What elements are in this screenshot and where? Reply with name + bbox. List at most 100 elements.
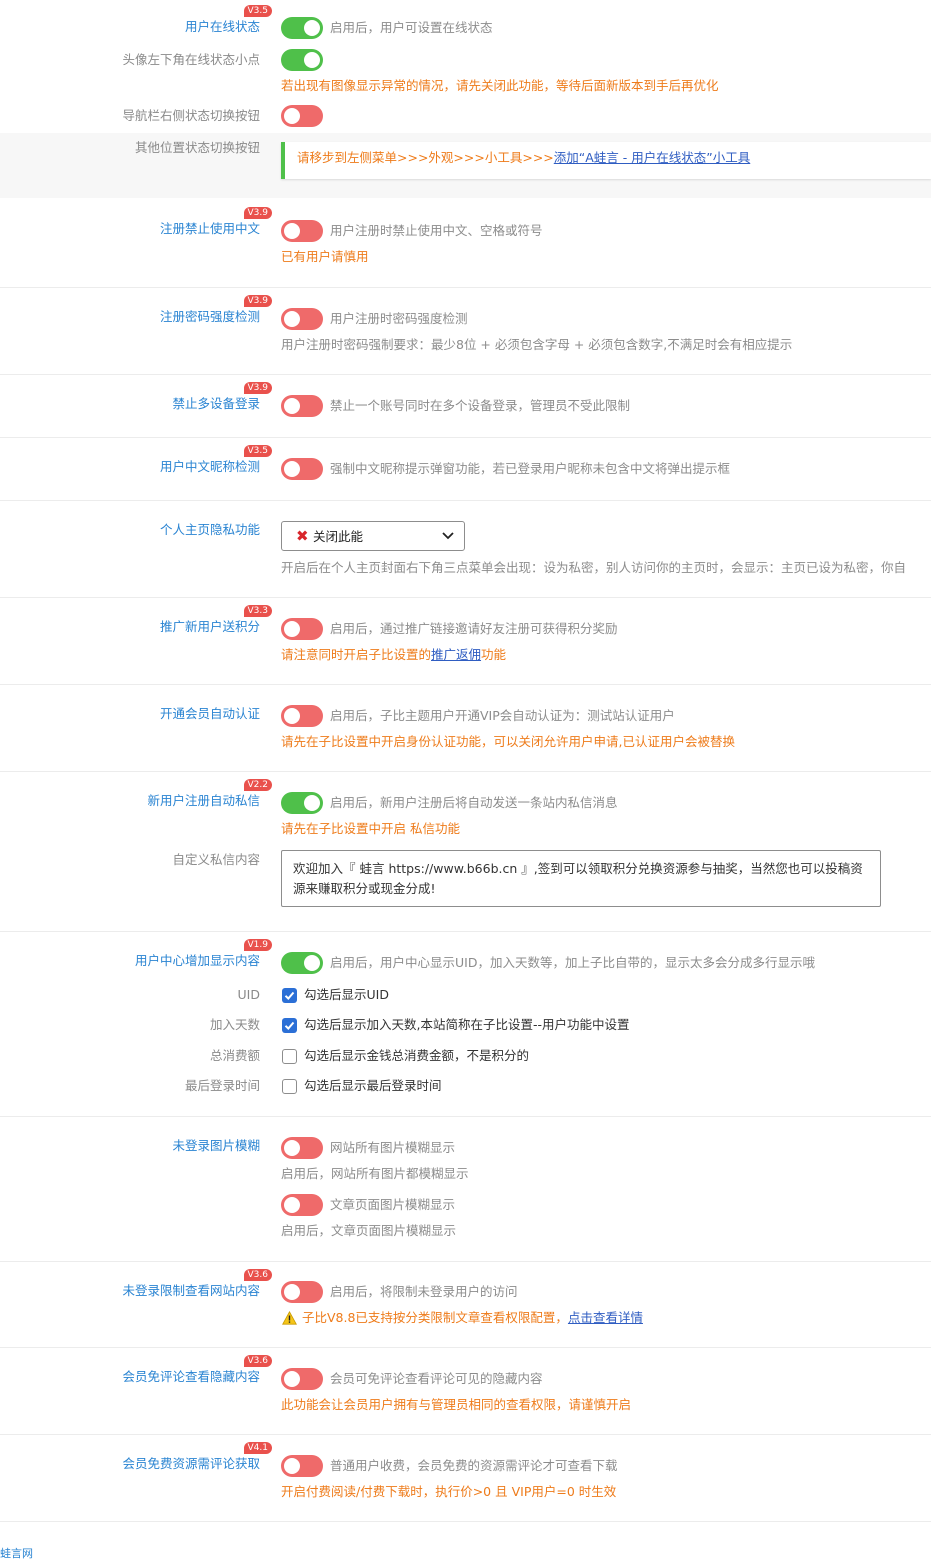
toggle-vip-auth[interactable]	[281, 705, 323, 727]
label-nav-toggle: 导航栏右侧状态切换按钮	[122, 108, 260, 123]
label-multi-device: 禁止多设备登录 V3.9	[172, 382, 272, 412]
divider	[0, 1261, 931, 1262]
warn-vip-hidden: 此功能会让会员用户拥有与管理员相同的查看权限，请谨慎开启	[281, 1397, 632, 1412]
privacy-select-value: 关闭此能	[313, 529, 364, 544]
toggle-pwd-strength[interactable]	[281, 308, 323, 330]
toggle-restrict[interactable]	[281, 1281, 323, 1303]
warning-icon	[282, 1311, 297, 1325]
divider	[0, 1434, 931, 1435]
warn-avatar-dot: 若出现有图像显示异常的情况，请先关闭此功能，等待后面新版本到手后再优化	[281, 78, 719, 93]
toggle-no-chinese[interactable]	[281, 220, 323, 242]
checkbox-uid-text: 勾选后显示UID	[304, 987, 389, 1002]
label-referral: 推广新用户送积分 V3.3	[160, 605, 272, 635]
desc2-pwd-strength: 用户注册时密码强制要求：最少8位 + 必须包含字母 + 必须包含数字,不满足时会…	[281, 337, 793, 352]
toggle-user-center[interactable]	[281, 952, 323, 974]
divider	[0, 437, 931, 438]
divider	[0, 597, 931, 598]
desc-blur-all: 启用后，网站所有图片都模糊显示	[281, 1166, 469, 1181]
desc-multi-device: 禁止一个账号同时在多个设备登录，管理员不受此限制	[330, 398, 631, 413]
toggle-nickname-check[interactable]	[281, 458, 323, 480]
desc-nickname-check: 强制中文昵称提示弹窗功能，若已登录用户昵称未包含中文将弹出提示框	[330, 461, 731, 476]
restrict-details-link[interactable]: 点击查看详情	[568, 1310, 643, 1325]
desc-privacy: 开启后在个人主页封面右下角三点菜单会出现：设为私密，别人访问你的主页时，会显示：…	[281, 560, 907, 575]
divider	[0, 374, 931, 375]
toggle-nav-status[interactable]	[281, 105, 323, 127]
footer-watermark: 蛙言网	[0, 1547, 33, 1560]
version-badge: V4.1	[243, 1442, 272, 1454]
desc-auto-msg: 启用后，新用户注册后将自动发送一条站内私信消息	[330, 795, 618, 810]
toggle-auto-msg[interactable]	[281, 792, 323, 814]
chevron-down-icon	[442, 532, 454, 540]
checkbox-last-login-text: 勾选后显示最后登录时间	[304, 1078, 442, 1093]
desc-vip-res: 普通用户收费，会员免费的资源需评论才可查看下载	[330, 1458, 618, 1473]
warn-no-chinese: 已有用户请慎用	[281, 249, 369, 264]
version-badge: V3.9	[243, 382, 272, 394]
version-badge: V3.9	[243, 207, 272, 219]
divider	[0, 1347, 931, 1348]
close-x-icon: ✖	[296, 527, 309, 545]
label-pwd-strength: 注册密码强度检测 V3.9	[160, 295, 272, 325]
opt-blur-article: 文章页面图片模糊显示	[330, 1197, 456, 1212]
label-uid: UID	[237, 987, 260, 1002]
label-blur: 未登录图片模糊	[172, 1138, 260, 1153]
version-badge: V3.3	[243, 605, 272, 617]
label-vip-auth: 开通会员自动认证	[159, 706, 260, 721]
label-join-days: 加入天数	[209, 1017, 260, 1032]
label-total-spend: 总消费额	[209, 1048, 260, 1063]
label-user-center: 用户中心增加显示内容 V1.9	[135, 939, 272, 969]
checkbox-join-days-text: 勾选后显示加入天数,本站简称在子比设置--用户功能中设置	[304, 1017, 630, 1032]
warn-referral: 请注意同时开启子比设置的推广返佣功能	[281, 647, 507, 662]
label-restrict: 未登录限制查看网站内容 V3.6	[122, 1269, 272, 1299]
toggle-blur-article[interactable]	[281, 1194, 323, 1216]
warn-restrict: 子比V8.8已支持按分类限制文章查看权限配置，点击查看详情	[302, 1310, 643, 1325]
referral-link[interactable]: 推广返佣	[431, 647, 481, 662]
warn-auto-msg: 请先在子比设置中开启 私信功能	[281, 821, 460, 836]
version-badge: V3.6	[243, 1269, 272, 1281]
divider	[0, 1521, 931, 1522]
toggle-blur-all[interactable]	[281, 1137, 323, 1159]
divider	[0, 771, 931, 772]
label-no-chinese: 注册禁止使用中文 V3.9	[160, 207, 272, 237]
divider	[0, 1116, 931, 1117]
label-nickname-check: 用户中文昵称检测 V3.5	[160, 445, 272, 475]
version-badge: V2.2	[243, 779, 272, 791]
label-vip-hidden: 会员免评论查看隐藏内容 V3.6	[122, 1355, 272, 1385]
desc-no-chinese: 用户注册时禁止使用中文、空格或符号	[330, 223, 543, 238]
desc-vip-hidden: 会员可免评论查看评论可见的隐藏内容	[330, 1371, 543, 1386]
divider	[0, 684, 931, 685]
label-vip-res: 会员免费资源需评论获取 V4.1	[122, 1442, 272, 1472]
checkbox-uid[interactable]	[282, 988, 297, 1003]
divider	[0, 287, 931, 288]
version-badge: V3.9	[243, 295, 272, 307]
toggle-multi-device[interactable]	[281, 395, 323, 417]
label-custom-msg: 自定义私信内容	[172, 852, 260, 867]
add-widget-link[interactable]: 添加“A蛙言 - 用户在线状态”小工具	[554, 150, 750, 165]
label-online-status: 用户在线状态 V3.5	[185, 5, 272, 35]
label-avatar-dot: 头像左下角在线状态小点	[122, 52, 260, 67]
label-other-toggle: 其他位置状态切换按钮	[134, 140, 260, 155]
toggle-vip-hidden[interactable]	[281, 1368, 323, 1390]
desc-referral: 启用后，通过推广链接邀请好友注册可获得积分奖励	[330, 621, 618, 636]
desc-restrict: 启用后，将限制未登录用户的访问	[330, 1284, 518, 1299]
divider	[0, 931, 931, 932]
privacy-select[interactable]: ✖ 关闭此能	[281, 521, 465, 551]
warn-vip-res: 开启付费阅读/付费下载时，执行价>0 且 VIP用户=0 时生效	[281, 1484, 617, 1499]
toggle-online-status[interactable]	[281, 17, 323, 39]
checkbox-join-days[interactable]	[282, 1018, 297, 1033]
toggle-vip-res[interactable]	[281, 1455, 323, 1477]
desc-vip-auth: 启用后，子比主题用户开通VIP会自动认证为：测试站认证用户	[330, 708, 675, 723]
custom-msg-textarea[interactable]: 欢迎加入『 蛙言 https://www.b66b.cn 』,签到可以领取积分兑…	[281, 850, 881, 907]
warn-vip-auth: 请先在子比设置中开启身份认证功能，可以关闭允许用户申请,已认证用户会被替换	[281, 734, 735, 749]
checkbox-total-spend-text: 勾选后显示金钱总消费金额，不是积分的	[304, 1048, 530, 1063]
version-badge: V1.9	[243, 939, 272, 951]
checkbox-last-login[interactable]	[282, 1079, 297, 1094]
opt-blur-all: 网站所有图片模糊显示	[330, 1140, 456, 1155]
desc-blur-article: 启用后，文章页面图片模糊显示	[281, 1223, 457, 1238]
desc-online-status: 启用后，用户可设置在线状态	[330, 20, 493, 35]
version-badge: V3.5	[243, 5, 272, 17]
toggle-avatar-dot[interactable]	[281, 49, 323, 71]
checkbox-total-spend[interactable]	[282, 1049, 297, 1064]
version-badge: V3.6	[243, 1355, 272, 1367]
toggle-referral[interactable]	[281, 618, 323, 640]
label-last-login: 最后登录时间	[184, 1078, 260, 1093]
